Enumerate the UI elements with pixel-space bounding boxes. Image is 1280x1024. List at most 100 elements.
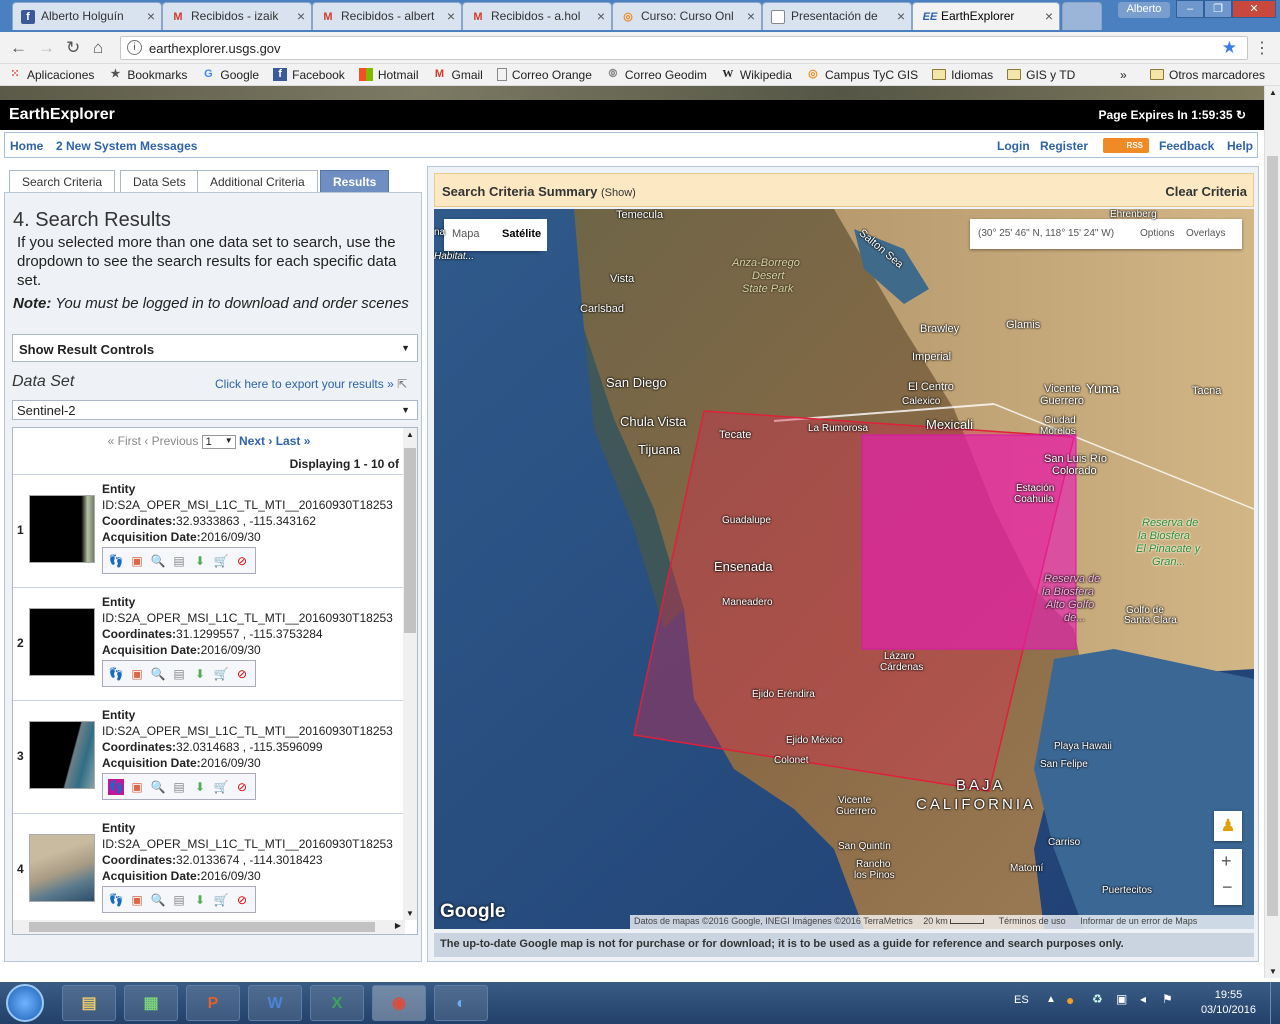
system-clock[interactable]: 19:55 03/10/2016 (1201, 988, 1256, 1018)
explorer-taskbar-icon[interactable]: ▤ (62, 985, 116, 1021)
map-options-button[interactable]: Options (1140, 228, 1174, 239)
tray-volume-icon[interactable]: ◂ (1140, 992, 1146, 1006)
close-tab-icon[interactable]: × (1045, 8, 1053, 24)
zoom-out-icon[interactable]: − (1222, 877, 1233, 898)
cart-icon[interactable]: 🛒 (213, 666, 229, 682)
overlay-icon[interactable]: ▣ (129, 892, 145, 908)
chrome-taskbar-icon[interactable]: ◉ (372, 985, 426, 1021)
tab-recibidos-ahol[interactable]: M Recibidos - a.hol × (462, 2, 612, 30)
tab-search-criteria[interactable]: Search Criteria (9, 170, 116, 192)
show-metadata-icon[interactable]: 🔍 (150, 779, 166, 795)
nav-login-link[interactable]: Login (997, 139, 1030, 153)
maximize-icon[interactable]: ❐ (1204, 0, 1232, 18)
download-icon[interactable]: ⬇ (192, 666, 208, 682)
user-profile-button[interactable]: Alberto (1118, 2, 1170, 18)
scroll-right-icon[interactable]: ▶ (395, 921, 401, 930)
language-indicator[interactable]: ES (1014, 994, 1029, 1006)
other-bookmarks[interactable]: Otros marcadores (1150, 68, 1265, 82)
bookmark-wikipedia[interactable]: W Wikipedia (721, 68, 792, 82)
bookmark-correo-orange[interactable]: Correo Orange (496, 68, 592, 82)
tray-app-icon[interactable]: ● (1066, 992, 1074, 1008)
close-tab-icon[interactable]: × (147, 8, 155, 24)
clear-criteria-button[interactable]: Clear Criteria (1165, 184, 1247, 199)
results-horizontal-scrollbar[interactable]: ▶ (13, 920, 405, 934)
tab-data-sets[interactable]: Data Sets (120, 170, 199, 192)
result-thumbnail[interactable] (29, 495, 95, 563)
cart-icon[interactable]: 🛒 (213, 553, 229, 569)
close-tab-icon[interactable]: × (297, 8, 305, 24)
result-thumbnail[interactable] (29, 721, 95, 789)
tab-alberto-holguin[interactable]: f Alberto Holguín × (12, 2, 162, 30)
close-tab-icon[interactable]: × (447, 8, 455, 24)
tab-results[interactable]: Results (320, 170, 390, 192)
street-view-pegman-icon[interactable]: ♟ (1214, 811, 1242, 841)
show-metadata-icon[interactable]: 🔍 (150, 553, 166, 569)
bookmark-aplicaciones[interactable]: ⁙ Aplicaciones (8, 68, 94, 82)
tab-earthexplorer[interactable]: EE EarthExplorer × (912, 2, 1060, 30)
close-tab-icon[interactable]: × (897, 8, 905, 24)
nav-feedback-link[interactable]: Feedback (1159, 139, 1214, 153)
google-earth-taskbar-icon[interactable]: ◐ (434, 985, 488, 1021)
cart-icon[interactable]: 🛒 (213, 779, 229, 795)
download-icon[interactable]: ⬇ (192, 892, 208, 908)
url-bar[interactable]: i earthexplorer.usgs.gov ★ (120, 36, 1248, 60)
scroll-up-icon[interactable]: ▲ (406, 430, 414, 439)
powerpoint-taskbar-icon[interactable]: P (186, 985, 240, 1021)
download-icon[interactable]: ⬇ (192, 553, 208, 569)
bookmark-star-icon[interactable]: ★ (1222, 38, 1237, 58)
bookmark-correo-geodim[interactable]: ⦾ Correo Geodim (606, 68, 706, 82)
bookmark-google[interactable]: G Google (201, 68, 259, 82)
previous-page-link[interactable]: ‹ Previous (144, 434, 198, 448)
word-taskbar-icon[interactable]: W (248, 985, 302, 1021)
nav-home-link[interactable]: Home (10, 139, 43, 153)
bookmark-gis[interactable]: GIS y TD (1007, 68, 1075, 82)
home-icon[interactable]: ⌂ (93, 38, 103, 58)
footprint-icon[interactable]: 👣 (108, 553, 124, 569)
excel-taskbar-icon[interactable]: X (310, 985, 364, 1021)
tab-recibidos-albert[interactable]: M Recibidos - albert × (312, 2, 462, 30)
map-report-link[interactable]: Informar de un error de Maps (1080, 916, 1197, 926)
tab-curso[interactable]: ◎ Curso: Curso Onl × (612, 2, 762, 30)
cart-icon[interactable]: 🛒 (213, 892, 229, 908)
overlay-icon[interactable]: ▣ (129, 553, 145, 569)
tab-presentacion[interactable]: Presentación de × (762, 2, 912, 30)
bookmark-idiomas[interactable]: Idiomas (932, 68, 993, 82)
last-page-link[interactable]: Last » (276, 434, 311, 448)
show-desktop-button[interactable] (1270, 982, 1280, 1024)
forward-icon[interactable]: → (38, 38, 55, 58)
map-type-satelite[interactable]: Satélite (496, 219, 548, 251)
reload-icon[interactable]: ↻ (66, 38, 80, 58)
footprint-icon[interactable]: 👣 (108, 778, 124, 795)
compare-icon[interactable]: ▤ (171, 553, 187, 569)
new-tab-button[interactable] (1062, 2, 1102, 30)
info-icon[interactable]: i (127, 40, 142, 55)
nav-messages-link[interactable]: 2 New System Messages (56, 139, 197, 153)
close-tab-icon[interactable]: × (597, 8, 605, 24)
close-tab-icon[interactable]: × (747, 8, 755, 24)
nav-register-link[interactable]: Register (1040, 139, 1088, 153)
bookmark-hotmail[interactable]: Hotmail (358, 68, 419, 82)
overlay-icon[interactable]: ▣ (129, 779, 145, 795)
tray-network-icon[interactable]: ▣ (1116, 992, 1127, 1006)
compare-icon[interactable]: ▤ (171, 779, 187, 795)
tab-additional-criteria[interactable]: Additional Criteria (197, 170, 318, 192)
back-icon[interactable]: ← (10, 38, 27, 58)
close-window-icon[interactable]: ✕ (1232, 0, 1276, 18)
start-button[interactable] (6, 984, 44, 1022)
result-controls-dropdown[interactable]: Show Result Controls ▼ (12, 334, 418, 362)
show-metadata-icon[interactable]: 🔍 (150, 666, 166, 682)
first-page-link[interactable]: « First (108, 434, 141, 448)
bookmark-gmail[interactable]: M Gmail (433, 68, 483, 82)
show-metadata-icon[interactable]: 🔍 (150, 892, 166, 908)
tab-recibidos-izaik[interactable]: M Recibidos - izaik × (162, 2, 312, 30)
bookmark-facebook[interactable]: f Facebook (273, 68, 345, 82)
bookmark-campus[interactable]: ◎ Campus TyC GIS (806, 68, 918, 82)
bookmark-bookmarks[interactable]: ★ Bookmarks (108, 68, 187, 82)
page-select[interactable]: 1 ▼ (201, 435, 236, 449)
refresh-icon[interactable]: ↻ (1236, 108, 1246, 122)
result-thumbnail[interactable] (29, 834, 95, 902)
menu-icon[interactable]: ⋮ (1254, 38, 1270, 58)
map-type-mapa[interactable]: Mapa (452, 228, 480, 240)
exclude-icon[interactable]: ⊘ (234, 779, 250, 795)
download-icon[interactable]: ⬇ (192, 779, 208, 795)
